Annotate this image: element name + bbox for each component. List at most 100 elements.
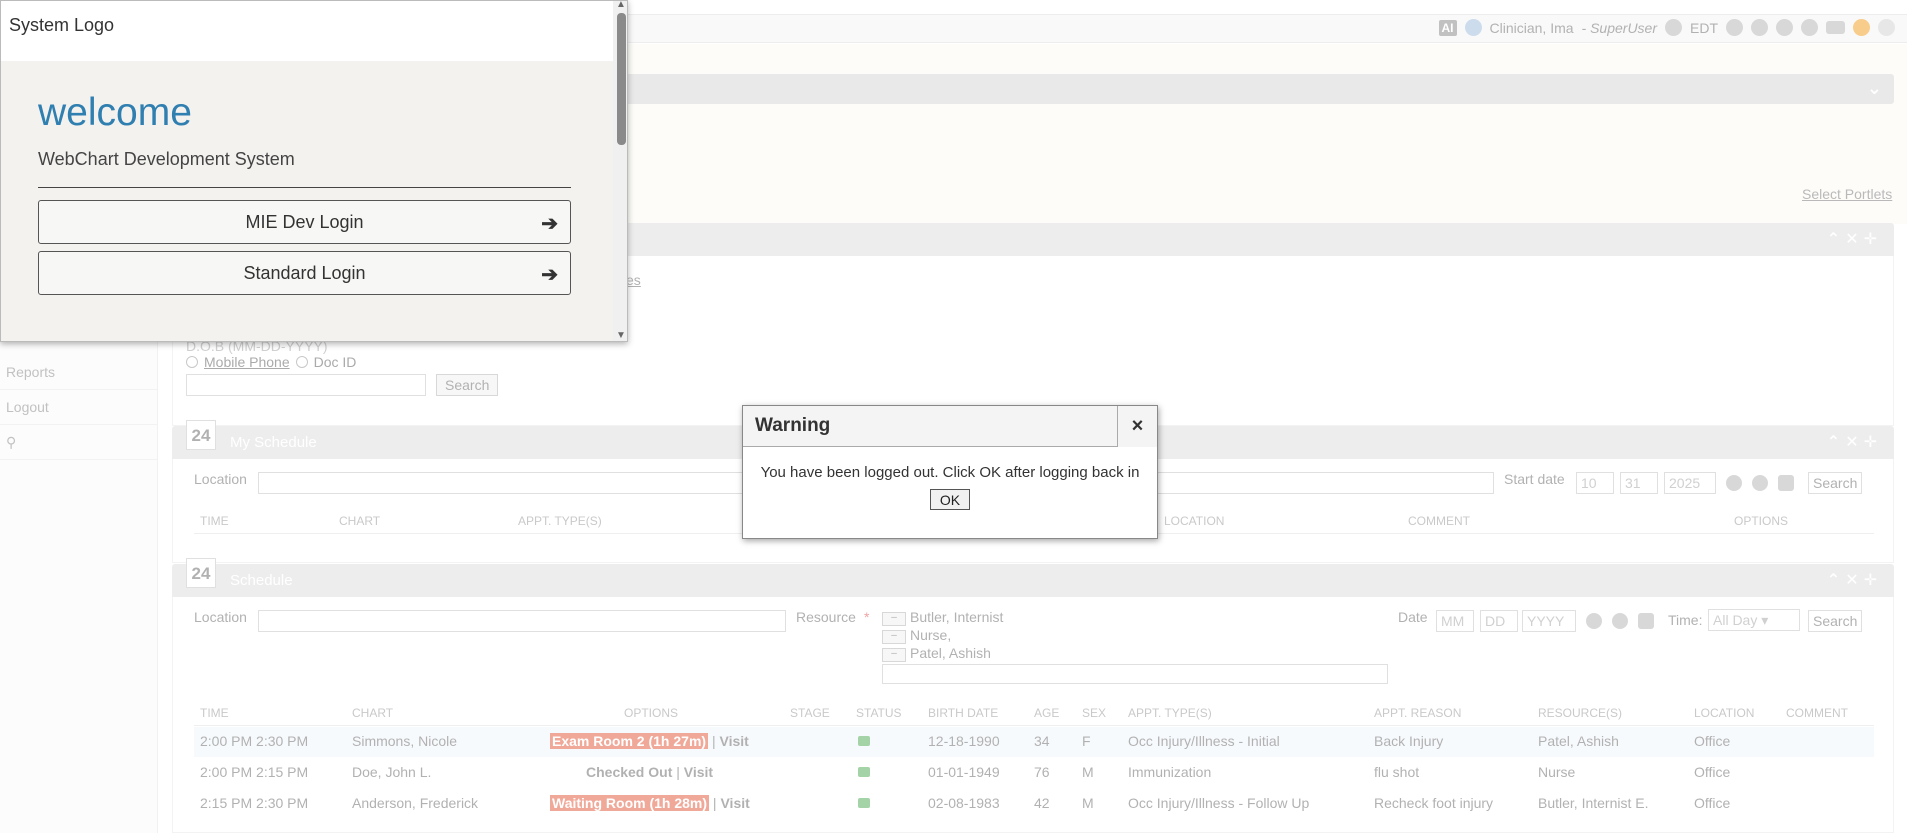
unlock-icon[interactable] — [858, 798, 870, 808]
time-select[interactable]: All Day ▾ — [1708, 609, 1800, 631]
portlet-controls[interactable]: ⌃✕✛ — [1827, 432, 1882, 452]
ok-button[interactable]: OK — [930, 489, 970, 510]
link-icon[interactable] — [1751, 19, 1768, 36]
visit-link[interactable]: Visit — [720, 795, 749, 811]
remove-resource-button[interactable]: – — [882, 648, 906, 662]
unlock-icon[interactable] — [858, 767, 870, 777]
keyboard-icon[interactable] — [1826, 21, 1845, 34]
patient-search-button[interactable]: Search — [436, 374, 499, 396]
cell-location: Office — [1694, 733, 1731, 749]
radio-mobile-icon[interactable] — [186, 356, 198, 368]
start-year-input[interactable]: 2025 — [1664, 472, 1716, 494]
mie-dev-login-button[interactable]: MIE Dev Login ➔ — [38, 200, 571, 244]
calendar-picker-icon[interactable] — [1638, 613, 1654, 629]
schedule-location-input[interactable] — [258, 610, 786, 632]
room-pill[interactable]: Exam Room 2 (1h 27m) — [550, 733, 709, 749]
ai-icon[interactable]: AI — [1438, 19, 1457, 36]
room-pill[interactable]: Waiting Room (1h 28m) — [550, 795, 710, 811]
col-time: Time — [200, 706, 229, 720]
start-day-input[interactable]: 31 — [1620, 472, 1658, 494]
cell-options[interactable]: Waiting Room (1h 28m) | Visit — [550, 795, 750, 811]
user-name[interactable]: Clinician, Ima — [1490, 20, 1574, 36]
start-month-input[interactable]: 10 — [1576, 472, 1614, 494]
cell-chart[interactable]: Anderson, Frederick — [352, 795, 478, 811]
cell-appt-reason: flu shot — [1374, 764, 1420, 780]
clear-icon[interactable] — [1752, 475, 1768, 491]
chevron-down-icon[interactable]: ⌄ — [1867, 78, 1882, 99]
col-location: Location — [1164, 514, 1225, 528]
required-marker: * — [864, 609, 870, 625]
cell-sex: F — [1082, 733, 1091, 749]
patient-search-fragment[interactable]: es — [626, 272, 641, 288]
calendar-icon: 24 — [186, 420, 216, 450]
option-sep: | — [708, 733, 720, 749]
checked-out-status: Checked Out — [586, 764, 673, 780]
col-time: Time — [200, 514, 229, 528]
remove-resource-button[interactable]: – — [882, 630, 906, 644]
radio-docid-icon[interactable] — [295, 356, 308, 368]
standard-login-button[interactable]: Standard Login ➔ — [38, 251, 571, 295]
col-options: Options — [1734, 514, 1789, 528]
schedule-title: Schedule — [230, 572, 293, 589]
scroll-thumb[interactable] — [617, 13, 626, 145]
pin-icon[interactable]: ⚲ — [0, 425, 157, 460]
date-mm-input[interactable]: MM — [1436, 610, 1474, 632]
system-name: WebChart Development System — [38, 149, 295, 169]
cell-options[interactable]: Checked Out | Visit — [586, 764, 713, 780]
clock-icon[interactable] — [1726, 475, 1742, 491]
calendar-icon: 24 — [186, 558, 216, 588]
scrollbar[interactable]: ▲ ▼ — [613, 1, 627, 341]
wand-icon[interactable] — [1776, 19, 1793, 36]
chevron-down-icon: ▾ — [1761, 612, 1769, 628]
option-sep: | — [709, 795, 721, 811]
cell-chart[interactable]: Doe, John L. — [352, 764, 431, 780]
clear-icon[interactable] — [1612, 613, 1628, 629]
system-logo: System Logo — [5, 15, 114, 36]
radio-docid[interactable]: Doc ID — [314, 354, 357, 370]
visit-link[interactable]: Visit — [719, 733, 748, 749]
globe-icon[interactable] — [1801, 19, 1818, 36]
cell-options[interactable]: Exam Room 2 (1h 27m) | Visit — [550, 733, 749, 749]
close-icon[interactable]: × — [1117, 406, 1157, 447]
clock-icon[interactable] — [1586, 613, 1602, 629]
date-yyyy-input[interactable]: YYYY — [1522, 610, 1576, 632]
schedule-location-label: Location — [194, 609, 247, 625]
search-icon[interactable] — [1726, 19, 1743, 36]
cell-appt-type: Immunization — [1128, 764, 1212, 780]
warning-dialog: Warning × You have been logged out. Clic… — [742, 405, 1158, 539]
my-schedule-search-button[interactable]: Search — [1808, 472, 1863, 494]
my-schedule-title: My Schedule — [230, 434, 317, 451]
scroll-down-icon[interactable]: ▼ — [616, 330, 626, 341]
user-icon — [1464, 19, 1482, 36]
arrow-right-icon: ➔ — [541, 264, 558, 286]
status-icon — [1878, 19, 1895, 36]
resource-item: Patel, Ashish — [910, 645, 991, 661]
col-chart: Chart — [339, 514, 381, 528]
remove-resource-button[interactable]: – — [882, 612, 906, 626]
calendar-picker-icon[interactable] — [1778, 475, 1794, 491]
date-dd-input[interactable]: DD — [1480, 610, 1518, 632]
patient-search-input[interactable] — [186, 374, 426, 396]
schedule-search-button[interactable]: Search — [1808, 610, 1863, 632]
cell-age: 34 — [1034, 733, 1050, 749]
time-label: Time: — [1668, 612, 1703, 628]
sidebar-item-reports[interactable]: Reports — [0, 355, 157, 390]
portlet-controls[interactable]: ⌃✕✛ — [1827, 229, 1882, 249]
radio-mobile[interactable]: Mobile Phone — [204, 354, 290, 370]
visit-link[interactable]: Visit — [684, 764, 713, 780]
help-icon[interactable] — [1853, 19, 1870, 36]
select-portlets-link[interactable]: Select Portlets — [1802, 186, 1892, 202]
col-location: Location — [1694, 706, 1755, 720]
user-role: - SuperUser — [1581, 19, 1657, 36]
date-label: Date — [1398, 609, 1428, 625]
resource-input[interactable] — [882, 664, 1388, 684]
divider — [194, 725, 1874, 726]
option-sep: | — [672, 764, 684, 780]
col-options: Options — [624, 706, 679, 720]
cell-time: 2:00 PM 2:15 PM — [200, 764, 309, 780]
portlet-controls[interactable]: ⌃✕✛ — [1827, 570, 1882, 590]
sidebar-item-logout[interactable]: Logout — [0, 390, 157, 425]
cell-chart[interactable]: Simmons, Nicole — [352, 733, 457, 749]
scroll-up-icon[interactable]: ▲ — [616, 1, 626, 10]
unlock-icon[interactable] — [858, 736, 870, 746]
